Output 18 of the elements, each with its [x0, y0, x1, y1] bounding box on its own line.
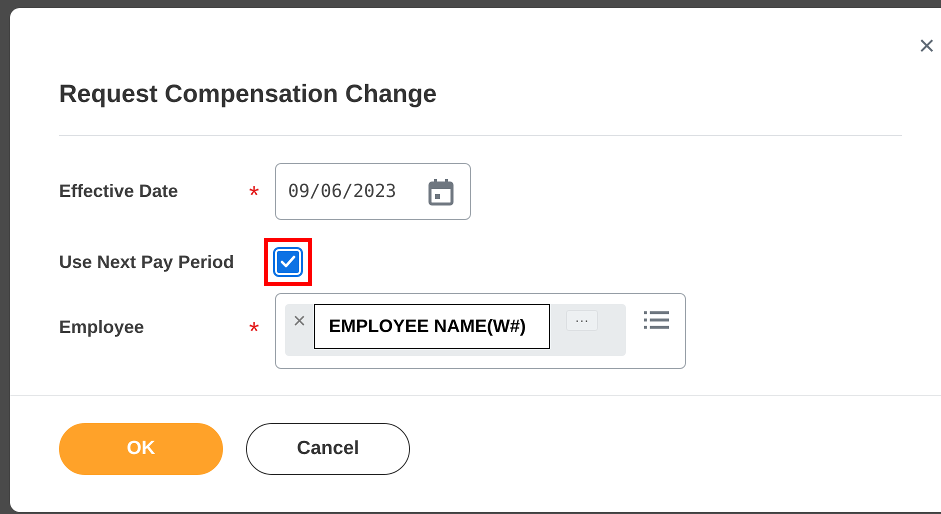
close-button[interactable]: × [918, 32, 935, 60]
checkmark-icon [280, 255, 296, 269]
remove-button[interactable]: × [293, 310, 306, 332]
date-value: 09/06/2023 [288, 181, 396, 202]
calendar-icon[interactable] [428, 178, 454, 206]
required-marker: * [249, 180, 260, 210]
date-field[interactable]: 09/06/2023 [275, 163, 471, 220]
employee-name: EMPLOYEE NAME(W#) [314, 304, 550, 349]
employee-field[interactable]: × EMPLOYEE NAME(W#) ··· [275, 293, 686, 369]
field-label: Employee [59, 317, 146, 338]
checkbox[interactable] [273, 247, 303, 277]
list-icon[interactable] [644, 310, 669, 330]
field-label: Effective Date [59, 181, 180, 202]
required-marker: * [249, 316, 260, 346]
more-button[interactable]: ··· [566, 310, 598, 331]
cancel-button[interactable]: Cancel [246, 423, 410, 475]
dialog-title: Request Compensation Change [59, 80, 438, 109]
field-label: Use Next Pay Period [59, 252, 236, 272]
